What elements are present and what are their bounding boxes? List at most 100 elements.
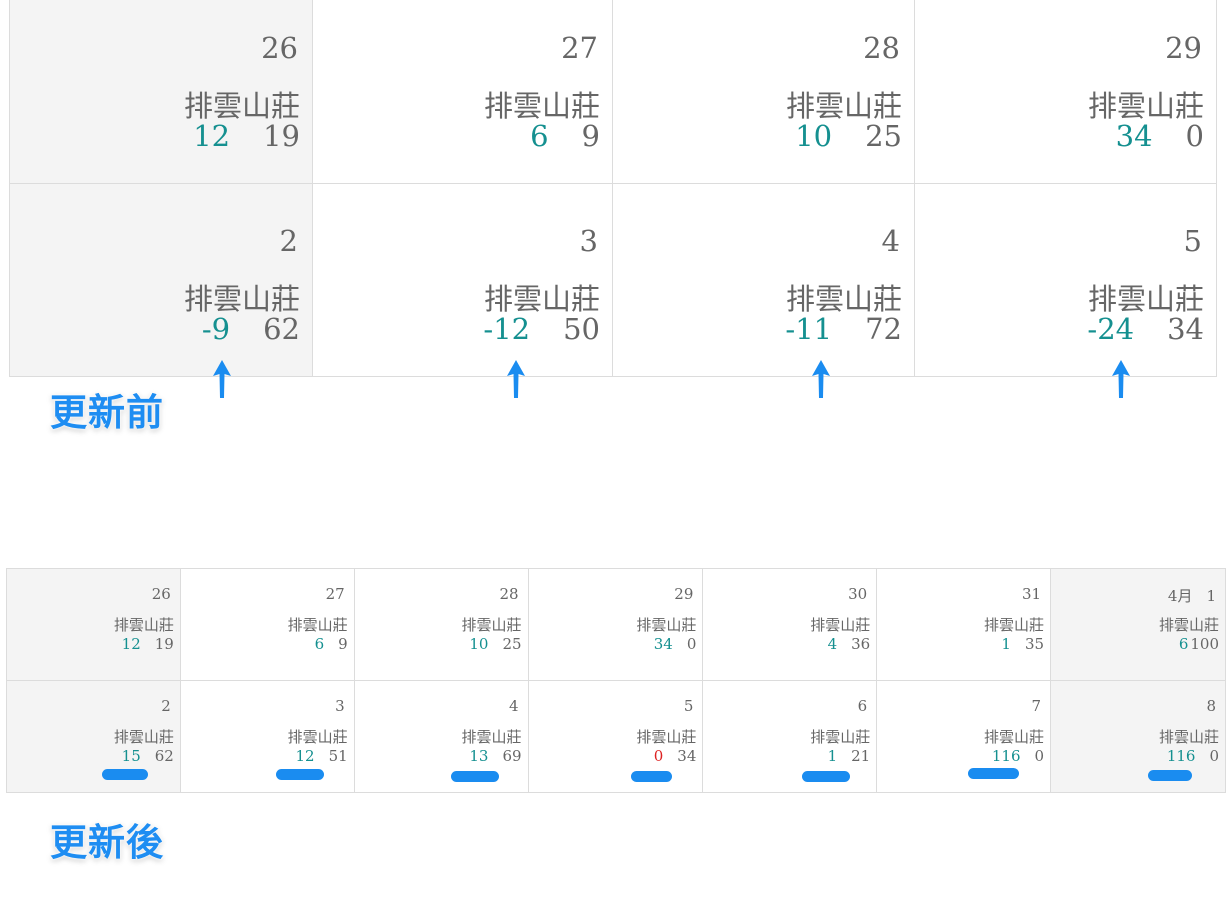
- calendar-week-row: 2 排雲山莊 15 62 3 排雲山莊 12 51 4 排雲山莊 13 69 5 排雲山莊 0 34 6 排雲山莊…: [6, 680, 1226, 793]
- calendar-day-cell[interactable]: 29 排雲山莊 34 0: [527, 568, 704, 681]
- available-count: 13: [469, 747, 489, 765]
- applicant-count: 34: [1167, 312, 1204, 346]
- day-label: 28: [863, 31, 900, 65]
- applicant-count: 0: [1034, 747, 1045, 765]
- calendar-after: 26 排雲山莊 12 19 27 排雲山莊 6 9 28 排雲山莊 10 25 29 排雲山莊 34 0 30 排…: [6, 568, 1226, 793]
- availability-counts: 69: [315, 635, 354, 653]
- calendar-before: 26 排雲山莊 12 19 27 排雲山莊 6 9 28 排雲山莊 10 25 29 排雲山莊 34 0 2 排雲…: [9, 0, 1217, 377]
- applicant-count: 21: [851, 747, 871, 765]
- lodge-name[interactable]: 排雲山莊: [1159, 726, 1225, 747]
- day-number: 3: [580, 224, 612, 258]
- calendar-day-cell[interactable]: 2 排雲山莊 -9 62: [9, 183, 313, 377]
- availability-counts: 15 62: [122, 747, 180, 765]
- availability-counts: 34 0: [1116, 119, 1216, 153]
- month-label: 4月: [1167, 587, 1193, 605]
- calendar-day-cell[interactable]: 28 排雲山莊 10 25: [612, 0, 915, 184]
- lodge-name[interactable]: 排雲山莊: [1159, 614, 1225, 635]
- applicant-count: 19: [154, 635, 174, 653]
- calendar-day-cell[interactable]: 7 排雲山莊 116 0: [876, 680, 1052, 793]
- lodge-name[interactable]: 排雲山莊: [288, 726, 354, 747]
- availability-counts: 4 36: [828, 635, 877, 653]
- lodge-name[interactable]: 排雲山莊: [636, 614, 702, 635]
- day-number: 26: [261, 31, 312, 65]
- day-label: 26: [261, 31, 298, 65]
- day-label: 3: [579, 224, 598, 258]
- day-label: 5: [683, 697, 694, 715]
- applicant-count: 69: [502, 747, 522, 765]
- day-label: 26: [151, 585, 171, 603]
- lodge-name[interactable]: 排雲山莊: [114, 614, 180, 635]
- day-number: 4月 1: [1168, 585, 1225, 606]
- highlight-mark: [802, 771, 850, 782]
- day-number: 30: [848, 585, 876, 603]
- calendar-day-cell[interactable]: 4 排雲山莊 13 69: [353, 680, 529, 793]
- availability-counts: 34 0: [654, 635, 703, 653]
- applicant-count: 19: [263, 119, 300, 153]
- availability-counts: 116 0: [992, 747, 1050, 765]
- lodge-name[interactable]: 排雲山莊: [114, 726, 180, 747]
- day-label: 2: [161, 697, 171, 715]
- lodge-name[interactable]: 排雲山莊: [288, 614, 354, 635]
- lodge-name[interactable]: 排雲山莊: [810, 726, 876, 747]
- highlight-mark: [1148, 770, 1192, 781]
- available-count: 116: [991, 747, 1021, 765]
- applicant-count: 100: [1190, 635, 1219, 653]
- availability-counts: -9 62: [202, 312, 312, 346]
- arrow-up-icon: [1112, 360, 1130, 398]
- applicant-count: 0: [686, 635, 697, 653]
- calendar-day-cell[interactable]: 6 排雲山莊 1 21: [702, 680, 878, 793]
- calendar-day-cell[interactable]: 4 排雲山莊 -11 72: [612, 183, 915, 377]
- availability-counts: 116 0: [1167, 747, 1225, 765]
- applicant-count: 34: [677, 747, 697, 765]
- applicant-count: 0: [1185, 119, 1204, 153]
- calendar-week-row: 26 排雲山莊 12 19 27 排雲山莊 6 9 28 排雲山莊 10 25 29 排雲山莊 34 0 30 排…: [6, 568, 1226, 681]
- availability-counts: 6 100: [1179, 635, 1225, 653]
- highlight-mark: [102, 769, 148, 780]
- calendar-day-cell[interactable]: 5 排雲山莊 -24 34: [914, 183, 1217, 377]
- day-label: 28: [499, 585, 519, 603]
- applicant-count: 25: [502, 635, 522, 653]
- day-number: 3: [335, 697, 354, 715]
- calendar-day-cell[interactable]: 28 排雲山莊 10 25: [353, 568, 529, 681]
- availability-counts: 0 34: [654, 747, 703, 765]
- day-number: 29: [674, 585, 702, 603]
- available-count: 1: [1001, 635, 1011, 653]
- available-count: 34: [653, 635, 673, 653]
- calendar-day-cell[interactable]: 26 排雲山莊 12 19: [9, 0, 313, 184]
- calendar-day-cell[interactable]: 27 排雲山莊 6 9: [179, 568, 355, 681]
- calendar-day-cell[interactable]: 31 排雲山莊 1 35: [876, 568, 1052, 681]
- day-label: 29: [1165, 31, 1202, 65]
- calendar-day-cell[interactable]: 2 排雲山莊 15 62: [6, 680, 181, 793]
- calendar-day-cell[interactable]: 8 排雲山莊 116 0: [1050, 680, 1226, 793]
- day-number: 5: [1184, 224, 1216, 258]
- lodge-name[interactable]: 排雲山莊: [636, 726, 702, 747]
- availability-counts: 12 19: [122, 635, 180, 653]
- available-count: 6: [314, 635, 325, 653]
- highlight-mark: [631, 771, 672, 782]
- calendar-day-cell[interactable]: 3 排雲山莊 -12 50: [312, 183, 613, 377]
- calendar-day-cell[interactable]: 30 排雲山莊 4 36: [702, 568, 878, 681]
- day-label: 8: [1206, 697, 1216, 715]
- calendar-day-cell[interactable]: 5 排雲山莊 0 34: [527, 680, 704, 793]
- calendar-week-row: 26 排雲山莊 12 19 27 排雲山莊 6 9 28 排雲山莊 10 25 29 排雲山莊 34 0: [9, 0, 1217, 184]
- availability-counts: 10 25: [469, 635, 527, 653]
- day-label: 1: [1206, 587, 1216, 605]
- lodge-name[interactable]: 排雲山莊: [462, 726, 528, 747]
- lodge-name[interactable]: 排雲山莊: [984, 614, 1050, 635]
- availability-counts: -12 50: [483, 312, 612, 346]
- calendar-day-cell[interactable]: 4月 1 排雲山莊 6 100: [1050, 568, 1226, 681]
- lodge-name[interactable]: 排雲山莊: [462, 614, 528, 635]
- available-count: 10: [469, 635, 489, 653]
- lodge-name[interactable]: 排雲山莊: [984, 726, 1050, 747]
- day-number: 2: [161, 697, 180, 715]
- calendar-day-cell[interactable]: 26 排雲山莊 12 19: [6, 568, 181, 681]
- calendar-day-cell[interactable]: 29 排雲山莊 34 0: [914, 0, 1217, 184]
- applicant-count: 9: [581, 119, 600, 153]
- available-count: 34: [1115, 119, 1153, 153]
- available-count: 116: [1166, 747, 1196, 765]
- calendar-day-cell[interactable]: 3 排雲山莊 12 51: [179, 680, 355, 793]
- availability-counts: 12 51: [296, 747, 354, 765]
- calendar-day-cell[interactable]: 27 排雲山莊 6 9: [312, 0, 613, 184]
- lodge-name[interactable]: 排雲山莊: [810, 614, 876, 635]
- highlight-mark: [276, 769, 324, 780]
